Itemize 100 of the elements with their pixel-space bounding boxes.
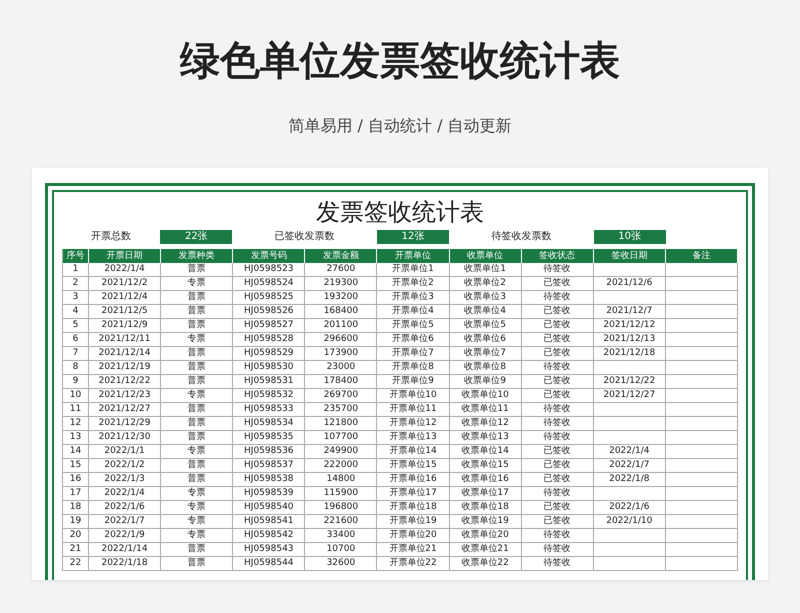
table-cell: HJ0598529: [233, 347, 306, 361]
table-cell: 收票单位19: [450, 515, 522, 529]
table-cell: 普票: [161, 473, 234, 487]
table-cell: 普票: [161, 543, 234, 557]
table-cell: 普票: [161, 347, 234, 361]
table-cell: 2021/12/7: [594, 305, 666, 319]
table-cell: 8: [63, 361, 89, 375]
table-cell: 待签收: [522, 431, 594, 445]
table-cell: 待签收: [522, 263, 594, 277]
table-cell: 开票单位19: [377, 515, 450, 529]
table-cell: 普票: [161, 459, 234, 473]
table-cell: HJ0598537: [233, 459, 306, 473]
table-cell: HJ0598539: [233, 487, 306, 501]
table-cell: 6: [63, 333, 89, 347]
table-cell: 14: [63, 445, 89, 459]
table-cell: 2021/12/6: [594, 277, 666, 291]
table-cell: 普票: [161, 431, 234, 445]
table-cell: 2022/1/7: [594, 459, 666, 473]
table-cell: 196800: [305, 501, 378, 515]
table-cell: 12: [63, 417, 89, 431]
table-cell: 2022/1/18: [89, 557, 162, 571]
table-cell: 收票单位14: [450, 445, 522, 459]
table-cell: 收票单位22: [450, 557, 522, 571]
table-cell: 专票: [161, 529, 234, 543]
table-cell: 收票单位3: [450, 291, 522, 305]
column-header: 开票单位: [377, 249, 450, 263]
table-cell: 收票单位11: [450, 403, 522, 417]
table-cell: HJ0598534: [233, 417, 306, 431]
table-cell: 待签收: [522, 417, 594, 431]
table-cell: 15: [63, 459, 89, 473]
column-header: 开票日期: [89, 249, 162, 263]
table-cell: HJ0598535: [233, 431, 306, 445]
table-cell: 168400: [305, 305, 378, 319]
table-cell: 2021/12/30: [89, 431, 162, 445]
table-cell: 普票: [161, 319, 234, 333]
table-cell: 开票单位15: [377, 459, 450, 473]
table-cell: HJ0598533: [233, 403, 306, 417]
table-cell: 普票: [161, 361, 234, 375]
table-cell: 269700: [305, 389, 378, 403]
table-cell: 4: [63, 305, 89, 319]
table-cell: 2: [63, 277, 89, 291]
summary-label: 开票总数: [90, 230, 132, 244]
table-cell: 专票: [161, 277, 234, 291]
table-cell: 23000: [305, 361, 378, 375]
table-cell: 已签收: [522, 473, 594, 487]
table-cell: 普票: [161, 417, 234, 431]
table-cell: 专票: [161, 501, 234, 515]
table-cell: 5: [63, 319, 89, 333]
table-cell: 249900: [305, 445, 378, 459]
table-cell: 14800: [305, 473, 378, 487]
table-cell: 开票单位4: [377, 305, 450, 319]
table-cell: 115900: [305, 487, 378, 501]
table-cell: 2021/12/9: [89, 319, 162, 333]
table-cell: 开票单位5: [377, 319, 450, 333]
table-cell: 收票单位12: [450, 417, 522, 431]
table-cell: 2022/1/1: [89, 445, 162, 459]
summary-value: 22张: [160, 230, 232, 244]
table-cell: HJ0598542: [233, 529, 306, 543]
table-cell: 2022/1/4: [89, 487, 162, 501]
table-cell: 待签收: [522, 361, 594, 375]
table-cell: 7: [63, 347, 89, 361]
table-cell: 收票单位21: [450, 543, 522, 557]
table-cell: 待签收: [522, 487, 594, 501]
table-cell: 收票单位16: [450, 473, 522, 487]
table-cell: 开票单位12: [377, 417, 450, 431]
table-cell: 已签收: [522, 501, 594, 515]
table-cell: 开票单位18: [377, 501, 450, 515]
table-cell: 已签收: [522, 445, 594, 459]
table-cell: 收票单位13: [450, 431, 522, 445]
table-cell: 2021/12/14: [89, 347, 162, 361]
table-cell: 待签收: [522, 291, 594, 305]
table-cell: 开票单位11: [377, 403, 450, 417]
table-cell: 2021/12/19: [89, 361, 162, 375]
table-cell: 普票: [161, 263, 234, 277]
table-cell: 2022/1/3: [89, 473, 162, 487]
table-cell: 3: [63, 291, 89, 305]
sheet-title: 发票签收统计表: [315, 198, 485, 226]
table-cell: 2022/1/4: [594, 445, 666, 459]
table-cell: 普票: [161, 291, 234, 305]
table-cell: 开票单位13: [377, 431, 450, 445]
table-cell: 开票单位21: [377, 543, 450, 557]
table-cell: 已签收: [522, 347, 594, 361]
table-cell: 2022/1/9: [89, 529, 162, 543]
table-cell: HJ0598526: [233, 305, 306, 319]
table-cell: HJ0598544: [233, 557, 306, 571]
table-cell: 2021/12/18: [594, 347, 666, 361]
table-cell: 2022/1/10: [594, 515, 666, 529]
table-cell: 2022/1/7: [89, 515, 162, 529]
table-cell: 已签收: [522, 389, 594, 403]
table-cell: 专票: [161, 515, 234, 529]
table-cell: 2021/12/13: [594, 333, 666, 347]
column-header: 签收状态: [522, 249, 594, 263]
table-cell: HJ0598530: [233, 361, 306, 375]
table-cell: 待签收: [522, 403, 594, 417]
table-cell: 收票单位10: [450, 389, 522, 403]
table-cell: 开票单位14: [377, 445, 450, 459]
table-cell: 18: [63, 501, 89, 515]
table-cell: 普票: [161, 557, 234, 571]
table-cell: 收票单位2: [450, 277, 522, 291]
table-cell: HJ0598541: [233, 515, 306, 529]
